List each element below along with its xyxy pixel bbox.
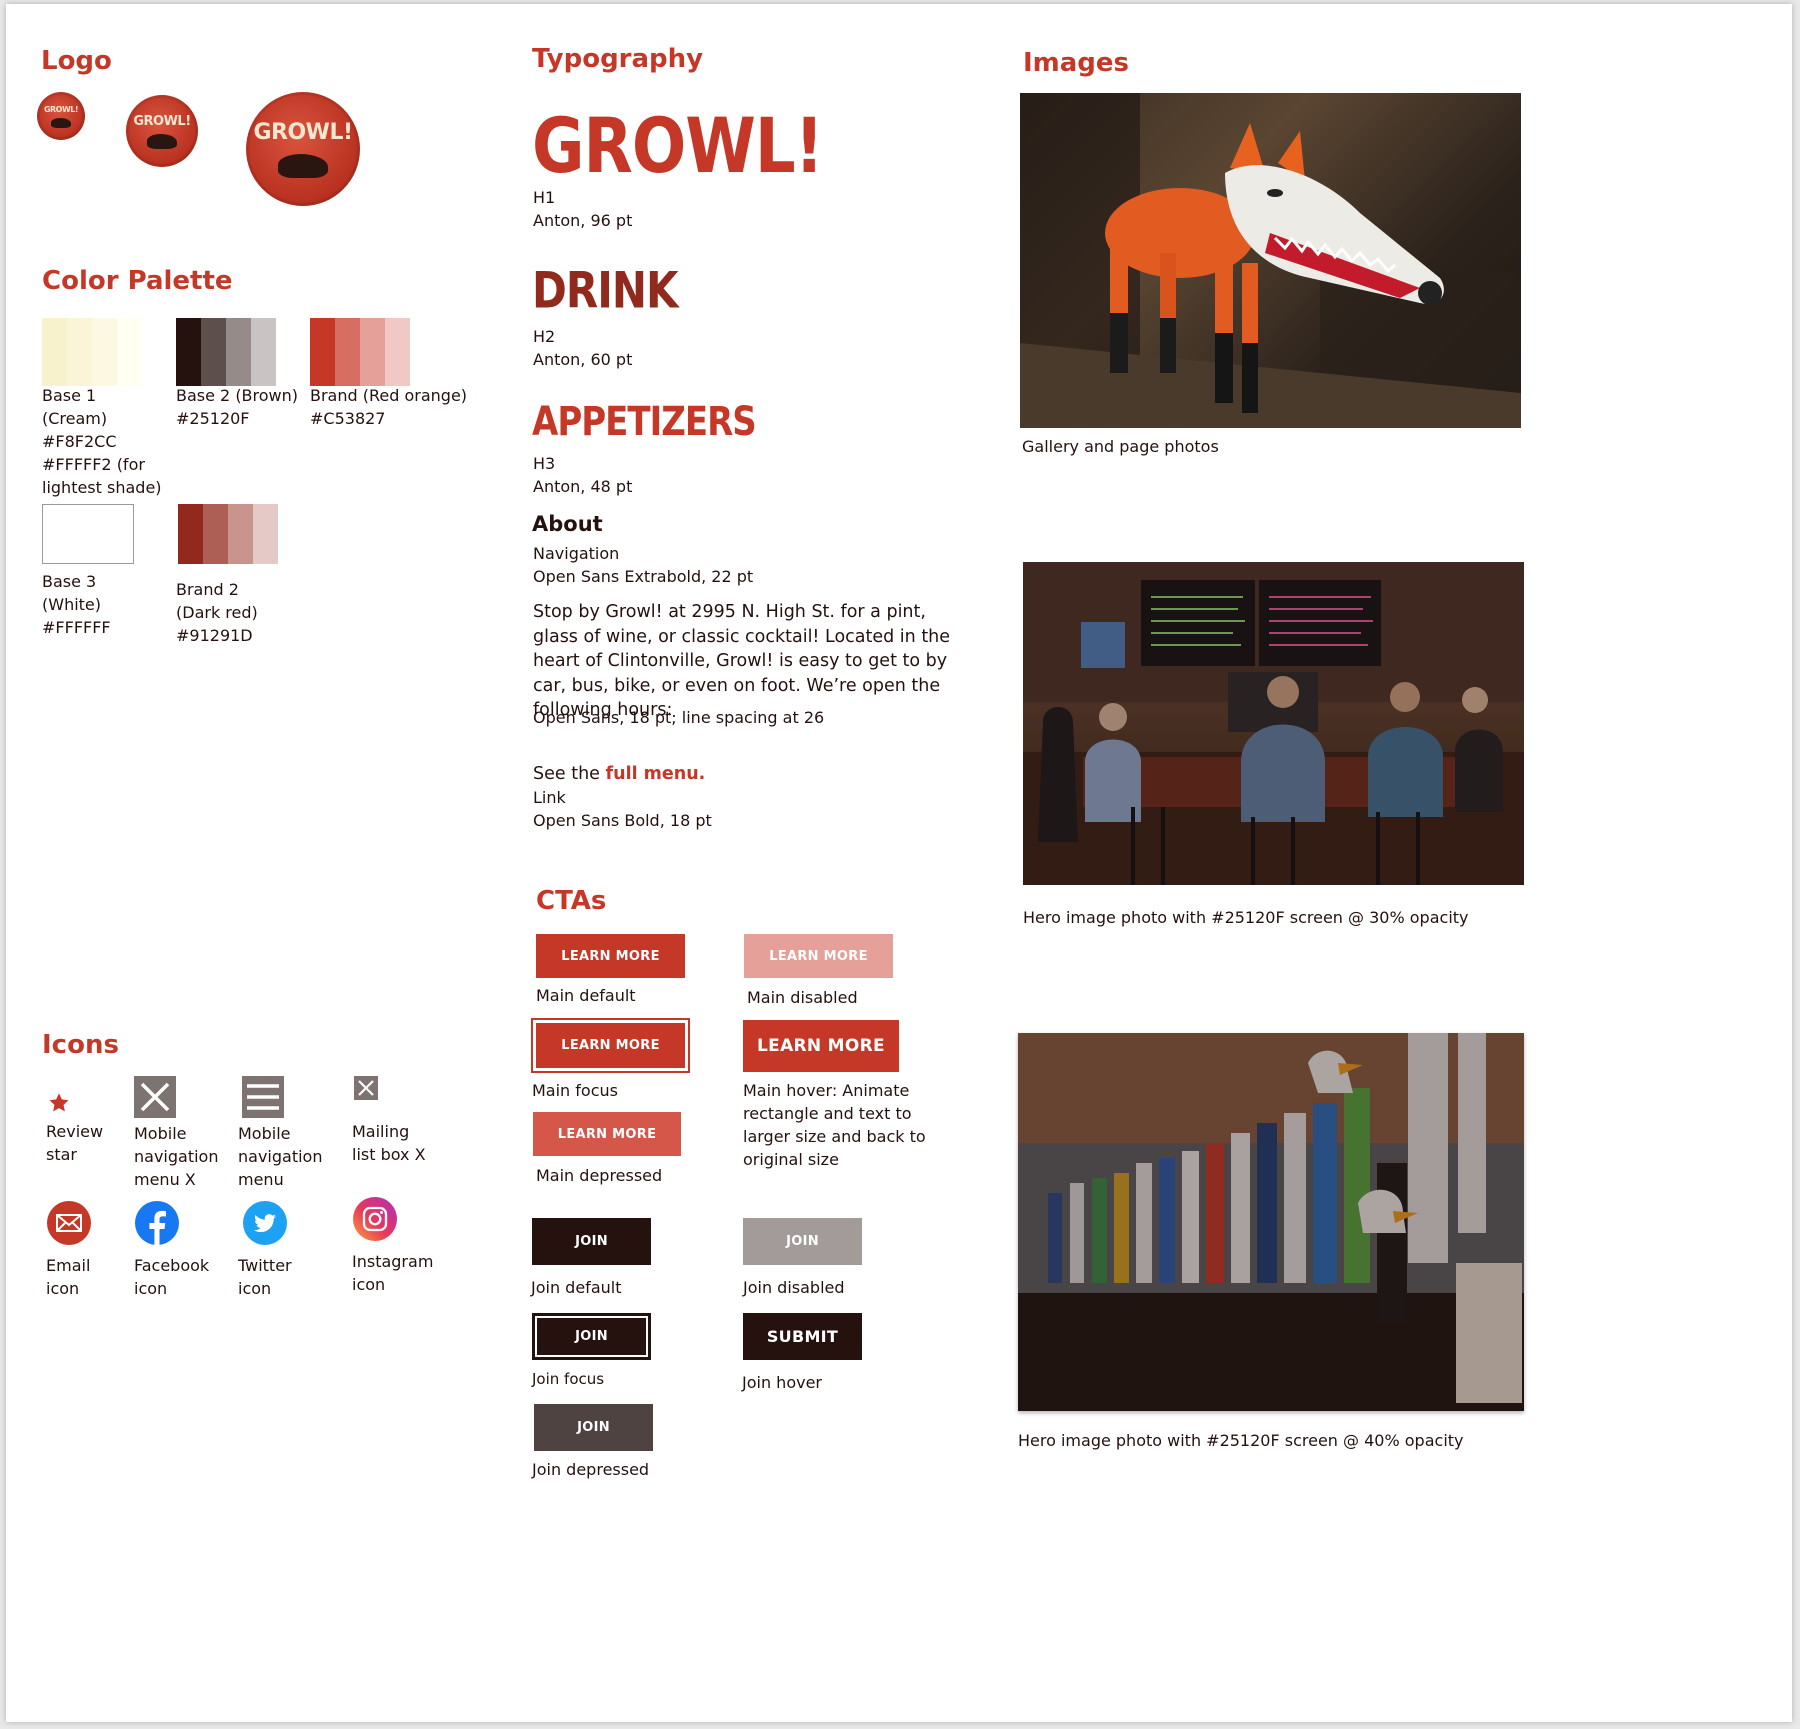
- join-default-button[interactable]: JOIN: [532, 1218, 651, 1265]
- logo-large: GROWL!: [246, 92, 360, 206]
- body-sample: Stop by Growl! at 2995 N. High St. for a…: [533, 602, 951, 720]
- typography-section-title: Typography: [532, 44, 704, 74]
- main-default-label: Main default: [536, 986, 636, 1005]
- logo-wordmark: GROWL!: [253, 120, 353, 145]
- bear-icon: [51, 118, 71, 128]
- h3-spec: H3 Anton, 48 pt: [533, 454, 633, 496]
- mailing-close-icon: [354, 1076, 378, 1100]
- base2-label: Base 2 (Brown) #25120F: [176, 386, 299, 428]
- join-depressed-button[interactable]: JOIN: [534, 1404, 653, 1451]
- base3-label: Base 3 (White) #FFFFFF: [42, 572, 111, 637]
- hamburger-menu-label: Mobile navigation menu: [238, 1124, 323, 1189]
- h2-sample: DRINK: [532, 261, 679, 320]
- bear-icon: [278, 154, 328, 178]
- main-focus-label: Main focus: [532, 1081, 618, 1100]
- join-disabled-button[interactable]: JOIN: [743, 1218, 862, 1265]
- bear-icon: [147, 134, 177, 149]
- logo-medium: GROWL!: [126, 95, 198, 167]
- learn-more-focus-button[interactable]: LEARN MORE: [531, 1018, 690, 1073]
- review-star-icon: [48, 1092, 70, 1114]
- menu-close-label: Mobile navigation menu X: [134, 1124, 219, 1189]
- link-sample: See the full menu.: [533, 764, 705, 784]
- instagram-icon-label: Instagram icon: [352, 1252, 434, 1294]
- link-prefix: See the: [533, 764, 606, 784]
- logo-wordmark: GROWL!: [133, 114, 191, 129]
- h3-sample: APPETIZERS: [532, 398, 757, 446]
- base1-swatch: [42, 318, 142, 386]
- hero30-caption: Hero image photo with #25120F screen @ 3…: [1023, 908, 1469, 927]
- brand2-label: Brand 2 (Dark red) #91291D: [176, 580, 258, 645]
- brand-label: Brand (Red orange) #C53827: [310, 386, 468, 428]
- hero40-caption: Hero image photo with #25120F screen @ 4…: [1018, 1431, 1464, 1450]
- style-guide-sheet: Logo GROWL! GROWL! GROWL! Color Palette …: [6, 4, 1792, 1722]
- main-disabled-label: Main disabled: [747, 988, 858, 1007]
- review-star-label: Review star: [46, 1122, 104, 1164]
- palette-section-title: Color Palette: [42, 266, 233, 296]
- hero-photo-40: [1018, 1033, 1524, 1411]
- logo-small: GROWL!: [37, 92, 85, 140]
- base2-swatch: [176, 318, 276, 386]
- learn-more-default-button[interactable]: LEARN MORE: [536, 934, 685, 978]
- join-disabled-label: Join disabled: [743, 1278, 845, 1297]
- base3-swatch: [42, 504, 134, 564]
- facebook-icon: [134, 1200, 180, 1246]
- gallery-photo: [1020, 93, 1521, 428]
- learn-more-disabled-button[interactable]: LEARN MORE: [744, 934, 893, 978]
- submit-hover-button[interactable]: SUBMIT: [743, 1313, 862, 1360]
- nav-spec: Navigation Open Sans Extrabold, 22 pt: [533, 544, 754, 586]
- brand-swatch: [310, 318, 410, 386]
- join-focus-label: Join focus: [532, 1370, 605, 1388]
- instagram-icon: [352, 1196, 398, 1242]
- logo-wordmark: GROWL!: [43, 105, 79, 114]
- hero-photo-30: [1023, 562, 1524, 885]
- email-icon: [46, 1200, 92, 1246]
- main-hover-label: Main hover: Animate rectangle and text to…: [743, 1081, 926, 1169]
- icons-section-title: Icons: [42, 1030, 119, 1060]
- facebook-icon-label: Facebook icon: [134, 1256, 210, 1298]
- join-hover-label: Join hover: [742, 1373, 822, 1392]
- base1-label: Base 1 (Cream) #F8F2CC #FFFFF2 (for lightest…: [42, 386, 162, 497]
- gallery-caption: Gallery and page photos: [1022, 437, 1219, 456]
- hamburger-menu-icon: [242, 1076, 284, 1118]
- h2-spec: H2 Anton, 60 pt: [533, 327, 633, 369]
- full-menu-link[interactable]: full menu.: [606, 764, 706, 784]
- main-depressed-label: Main depressed: [536, 1166, 663, 1185]
- join-default-label: Join default: [531, 1278, 622, 1297]
- h1-spec: H1 Anton, 96 pt: [533, 188, 633, 230]
- mailing-close-label: Mailing list box X: [352, 1122, 426, 1164]
- brand2-swatch: [178, 504, 278, 564]
- ctas-section-title: CTAs: [536, 886, 607, 916]
- learn-more-hover-button[interactable]: LEARN MORE: [743, 1020, 899, 1072]
- nav-sample: About: [532, 512, 603, 536]
- menu-close-icon: [134, 1076, 176, 1118]
- join-depressed-label: Join depressed: [532, 1460, 650, 1479]
- logo-section-title: Logo: [41, 46, 112, 76]
- email-icon-label: Email icon: [46, 1256, 91, 1298]
- h1-sample: GROWL!: [532, 103, 824, 191]
- learn-more-depressed-button[interactable]: LEARN MORE: [533, 1112, 681, 1156]
- body-spec: Open Sans, 18 pt; line spacing at 26: [533, 708, 825, 727]
- join-focus-button[interactable]: JOIN: [532, 1313, 651, 1360]
- images-section-title: Images: [1023, 48, 1130, 78]
- twitter-icon: [242, 1200, 288, 1246]
- twitter-icon-label: Twitter icon: [238, 1256, 292, 1298]
- link-spec: Link Open Sans Bold, 18 pt: [533, 788, 712, 830]
